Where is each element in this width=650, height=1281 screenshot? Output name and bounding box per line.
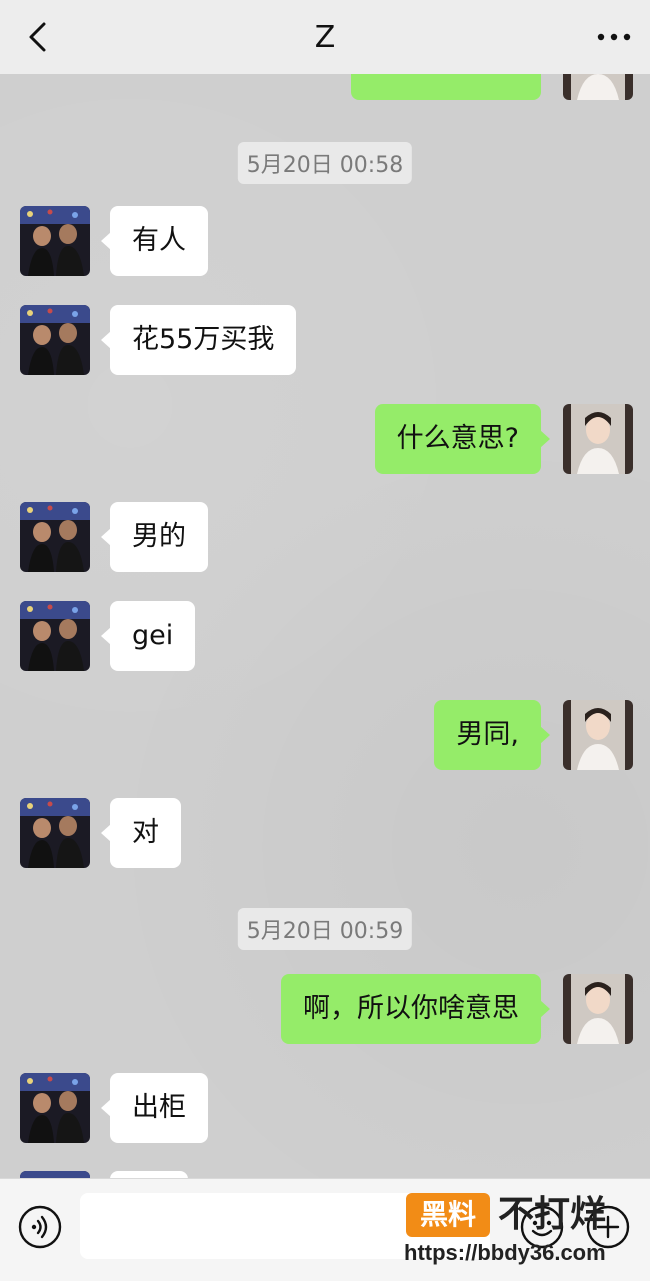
avatar-image	[20, 206, 90, 276]
avatar-image	[563, 700, 633, 770]
contact-avatar[interactable]	[20, 1073, 90, 1143]
watermark-badge: 黑料	[406, 1193, 490, 1237]
message-bubble[interactable]: gei	[100, 601, 196, 671]
my-avatar[interactable]	[563, 700, 633, 770]
message-row: 对	[0, 798, 650, 868]
avatar-image	[563, 974, 633, 1044]
watermark-url: https://bbdy36.com	[404, 1240, 606, 1265]
message-list[interactable]: 3.00 : 1.00 5月20日 00:58	[0, 74, 650, 1178]
contact-avatar[interactable]	[20, 798, 90, 868]
message-row	[0, 1171, 650, 1178]
message-row: 啊，所以你啥意思	[0, 974, 650, 1044]
message-bubble[interactable]: 什么意思?	[374, 404, 551, 474]
message-row: gei	[0, 601, 650, 671]
message-bubble[interactable]: 有人	[101, 206, 208, 276]
timestamp: 5月20日 00:58	[237, 142, 413, 184]
message-row: 什么意思?	[0, 404, 650, 474]
message-row: 有人	[0, 206, 650, 276]
more-dots-icon	[597, 33, 631, 41]
timestamp-row: 5月20日 00:58	[0, 142, 650, 184]
avatar-image	[563, 404, 633, 474]
contact-avatar[interactable]	[20, 305, 90, 375]
message-bubble[interactable]: 花55万买我	[100, 305, 297, 375]
message-row: 男的	[0, 502, 650, 572]
avatar-image	[20, 1171, 90, 1178]
my-avatar[interactable]	[563, 974, 633, 1044]
message-bubble[interactable]: 啊，所以你啥意思	[281, 974, 550, 1044]
chevron-left-icon	[29, 22, 46, 52]
message-bubble[interactable]: 男的	[101, 502, 208, 572]
contact-avatar[interactable]	[20, 1171, 90, 1178]
voice-icon	[18, 1205, 62, 1249]
back-button[interactable]	[22, 20, 56, 54]
my-avatar[interactable]	[563, 404, 633, 474]
chat-title: Z	[314, 19, 336, 55]
message-bubble[interactable]: 对	[101, 798, 181, 868]
avatar-image	[563, 74, 633, 100]
avatar-image	[20, 502, 90, 572]
voice-button[interactable]	[18, 1205, 62, 1249]
avatar-image	[20, 305, 90, 375]
contact-avatar[interactable]	[20, 502, 90, 572]
chat-header: Z	[0, 0, 650, 74]
my-avatar[interactable]	[563, 74, 633, 100]
message-bubble[interactable]	[110, 1171, 188, 1178]
timestamp: 5月20日 00:59	[237, 908, 413, 950]
message-row: 花55万买我	[0, 305, 650, 375]
message-bubble[interactable]: 3.00 : 1.00	[350, 74, 541, 100]
contact-avatar[interactable]	[20, 206, 90, 276]
message-row: 男同,	[0, 700, 650, 770]
message-row: 出柜	[0, 1073, 650, 1143]
avatar-image	[20, 798, 90, 868]
message-row: 3.00 : 1.00	[0, 74, 650, 100]
avatar-image	[20, 1073, 90, 1143]
watermark-title: 不打烊	[498, 1194, 607, 1235]
message-bubble[interactable]: 男同,	[434, 700, 550, 770]
contact-avatar[interactable]	[20, 601, 90, 671]
site-watermark: 黑料 不打烊 https://bbdy36.com	[404, 1193, 640, 1269]
more-button[interactable]	[596, 22, 632, 52]
avatar-image	[20, 601, 90, 671]
timestamp-row: 5月20日 00:59	[0, 908, 650, 950]
message-bubble[interactable]: 出柜	[101, 1073, 208, 1143]
